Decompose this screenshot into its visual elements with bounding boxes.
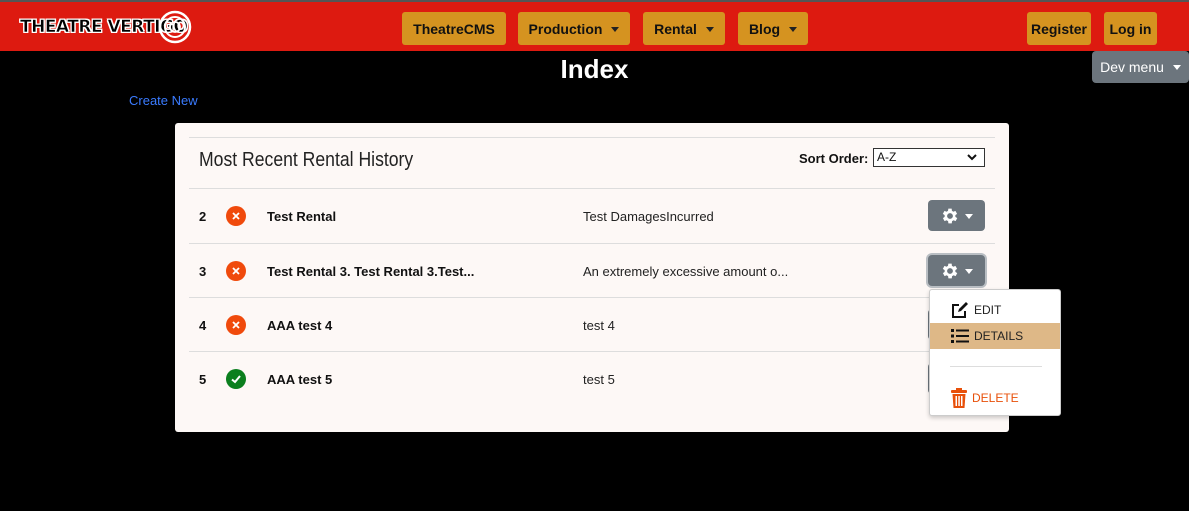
vertigo-spiral-icon <box>158 10 192 44</box>
caret-down-icon <box>789 26 798 32</box>
dropdown-edit-label: EDIT <box>974 303 1002 317</box>
actions-dropdown-menu: EDIT DETAILS DELETE <box>929 289 1061 416</box>
dropdown-details[interactable]: DETAILS <box>930 323 1060 349</box>
list-icon <box>951 329 969 343</box>
caret-down-icon <box>611 26 620 32</box>
dropdown-delete[interactable]: DELETE <box>930 385 1060 411</box>
page-title: Index <box>560 54 629 84</box>
trash-icon <box>951 388 967 408</box>
rental-id: 3 <box>199 264 207 279</box>
nav-rental-label: Rental <box>654 20 697 37</box>
navbar: THEATRE VERTIGO TheatreCMS Production Re… <box>0 2 1189 51</box>
caret-down-icon <box>965 268 973 274</box>
rental-title: Test Rental <box>267 209 337 224</box>
login-button[interactable]: Log in <box>1104 12 1157 45</box>
dropdown-divider <box>950 366 1042 367</box>
sort-order-label: Sort Order: <box>799 151 869 166</box>
register-label: Register <box>1030 20 1088 37</box>
actions-button[interactable] <box>928 255 985 286</box>
gear-icon <box>942 263 958 278</box>
divider <box>189 137 995 138</box>
nav-blog[interactable]: Blog <box>738 12 808 45</box>
chevron-down-icon <box>967 154 977 161</box>
actions-button[interactable] <box>928 200 985 231</box>
dropdown-delete-label: DELETE <box>972 391 1019 405</box>
register-button[interactable]: Register <box>1027 12 1091 45</box>
rental-id: 2 <box>199 209 207 224</box>
caret-down-icon <box>705 26 714 32</box>
rental-description: Test DamagesIncurred <box>583 209 714 224</box>
brand-logo[interactable]: THEATRE VERTIGO <box>20 10 192 44</box>
dropdown-edit[interactable]: EDIT <box>930 297 1060 323</box>
create-new-link[interactable]: Create New <box>129 93 198 109</box>
rental-row: 5 AAA test 5 test 5 <box>175 352 1009 406</box>
rental-history-card: Most Recent Rental History Sort Order: A… <box>175 123 1009 432</box>
rental-title: AAA test 4 <box>267 318 333 333</box>
card-title: Most Recent Rental History <box>199 149 414 171</box>
caret-down-icon <box>965 213 973 219</box>
x-circle-icon <box>226 261 246 281</box>
rental-row: 4 AAA test 4 test 4 <box>175 298 1009 352</box>
nav-theatrecms-label: TheatreCMS <box>413 20 495 37</box>
nav-blog-label: Blog <box>748 20 781 37</box>
rental-id: 5 <box>199 372 207 387</box>
nav-theatrecms[interactable]: TheatreCMS <box>402 12 506 45</box>
nav-production[interactable]: Production <box>518 12 630 45</box>
x-circle-icon <box>226 206 246 226</box>
x-circle-icon <box>226 315 246 335</box>
rental-row: 3 Test Rental 3. Test Rental 3.Test... A… <box>175 244 1009 298</box>
dropdown-details-label: DETAILS <box>974 329 1024 343</box>
rental-description: test 5 <box>583 372 615 387</box>
login-label: Log in <box>1109 20 1152 37</box>
check-circle-icon <box>226 369 246 389</box>
rental-id: 4 <box>199 318 207 333</box>
rental-description: test 4 <box>583 318 615 333</box>
rental-title: Test Rental 3. Test Rental 3.Test... <box>267 264 475 279</box>
rental-row: 2 Test Rental Test DamagesIncurred <box>175 189 1009 243</box>
gear-icon <box>942 208 958 223</box>
rental-title: AAA test 5 <box>267 372 333 387</box>
sort-order-value: A-Z <box>877 150 897 164</box>
sort-order-select[interactable]: A-Z <box>873 148 985 167</box>
nav-rental[interactable]: Rental <box>643 12 725 45</box>
rental-description: An extremely excessive amount o... <box>583 264 789 279</box>
nav-production-label: Production <box>528 20 603 37</box>
edit-icon <box>952 302 968 318</box>
